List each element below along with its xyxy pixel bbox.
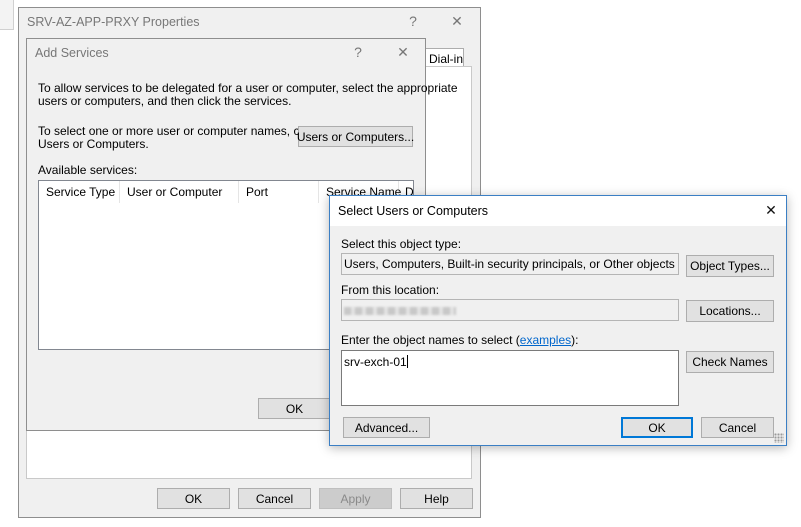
object-names-label-prefix: Enter the object names to select ( <box>341 333 520 347</box>
close-icon[interactable]: ✕ <box>392 44 414 61</box>
select-text-line2: Users or Computers. <box>38 137 149 151</box>
properties-titlebar: SRV-AZ-APP-PRXY Properties ? ✕ <box>19 8 480 38</box>
add-services-titlebar: Add Services ? ✕ <box>27 39 425 69</box>
properties-cancel-button[interactable]: Cancel <box>238 488 311 509</box>
tab-dial-in-label: Dial-in <box>429 52 464 66</box>
column-header-user-or-computer[interactable]: User or Computer <box>120 181 239 203</box>
properties-ok-button[interactable]: OK <box>157 488 230 509</box>
close-icon[interactable]: ✕ <box>446 13 468 30</box>
properties-apply-button: Apply <box>319 488 392 509</box>
check-names-button[interactable]: Check Names <box>686 351 774 373</box>
help-icon[interactable]: ? <box>402 13 424 29</box>
background-window-edge <box>0 0 14 30</box>
available-services-label: Available services: <box>38 163 138 177</box>
location-label: From this location: <box>341 283 440 297</box>
object-types-button[interactable]: Object Types... <box>686 255 774 277</box>
object-type-field: Users, Computers, Built-in security prin… <box>341 253 679 275</box>
location-blur <box>344 307 456 315</box>
select-users-title: Select Users or Computers <box>338 204 489 218</box>
examples-link[interactable]: examples <box>520 333 571 347</box>
object-names-input[interactable]: srv-exch-01 <box>341 350 679 406</box>
advanced-button[interactable]: Advanced... <box>343 417 430 438</box>
resize-grip-icon[interactable] <box>774 433 784 443</box>
object-type-label: Select this object type: <box>341 237 462 251</box>
add-services-title: Add Services <box>35 46 109 60</box>
intro-text-line2: users or computers, and then click the s… <box>38 94 292 108</box>
object-names-label-suffix: ): <box>571 333 579 347</box>
tab-dial-in[interactable]: Dial-in <box>424 48 464 67</box>
location-field <box>341 299 679 321</box>
select-users-dialog: Select Users or Computers ✕ Select this … <box>329 195 787 446</box>
properties-window-title: SRV-AZ-APP-PRXY Properties <box>27 15 200 29</box>
object-names-value: srv-exch-01 <box>344 355 407 369</box>
close-icon[interactable]: ✕ <box>760 202 782 219</box>
column-header-service-type[interactable]: Service Type <box>39 181 120 203</box>
column-header-port[interactable]: Port <box>239 181 319 203</box>
add-services-ok-button[interactable]: OK <box>258 398 331 419</box>
help-icon[interactable]: ? <box>347 44 369 60</box>
locations-button[interactable]: Locations... <box>686 300 774 322</box>
select-users-titlebar: Select Users or Computers ✕ <box>330 196 786 226</box>
select-users-ok-button[interactable]: OK <box>621 417 693 438</box>
properties-help-button[interactable]: Help <box>400 488 473 509</box>
object-names-label: Enter the object names to select (exampl… <box>341 334 578 347</box>
users-or-computers-button[interactable]: Users or Computers... <box>297 126 414 147</box>
text-caret <box>406 355 408 368</box>
select-users-cancel-button[interactable]: Cancel <box>701 417 774 438</box>
